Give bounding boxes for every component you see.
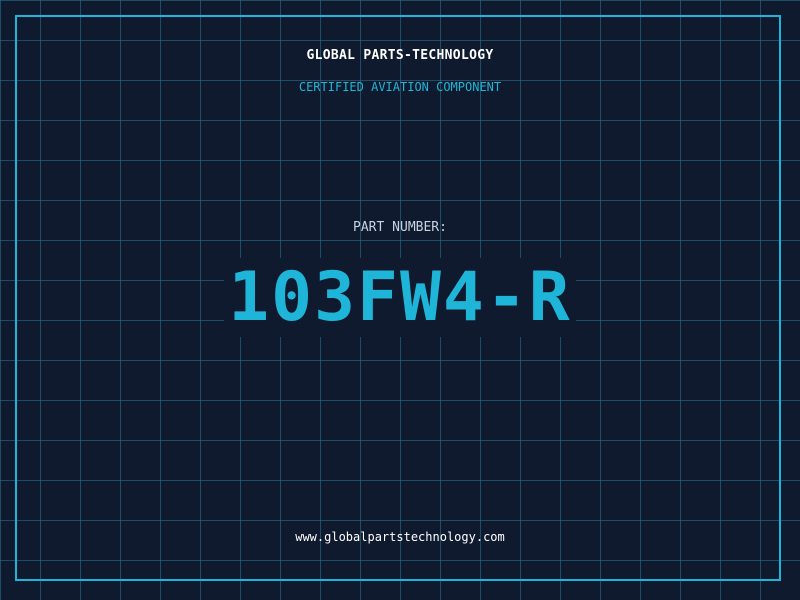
part-number-value: 103FW4-R [0, 256, 800, 340]
website-url: www.globalpartstechnology.com [295, 530, 505, 544]
certificate-canvas: GLOBAL PARTS-TECHNOLOGY CERTIFIED AVIATI… [0, 0, 800, 600]
part-number-label: PART NUMBER: [353, 220, 447, 235]
part-number-text: 103FW4-R [224, 258, 576, 337]
tagline: CERTIFIED AVIATION COMPONENT [298, 80, 502, 94]
company-name: GLOBAL PARTS-TECHNOLOGY [306, 48, 494, 63]
